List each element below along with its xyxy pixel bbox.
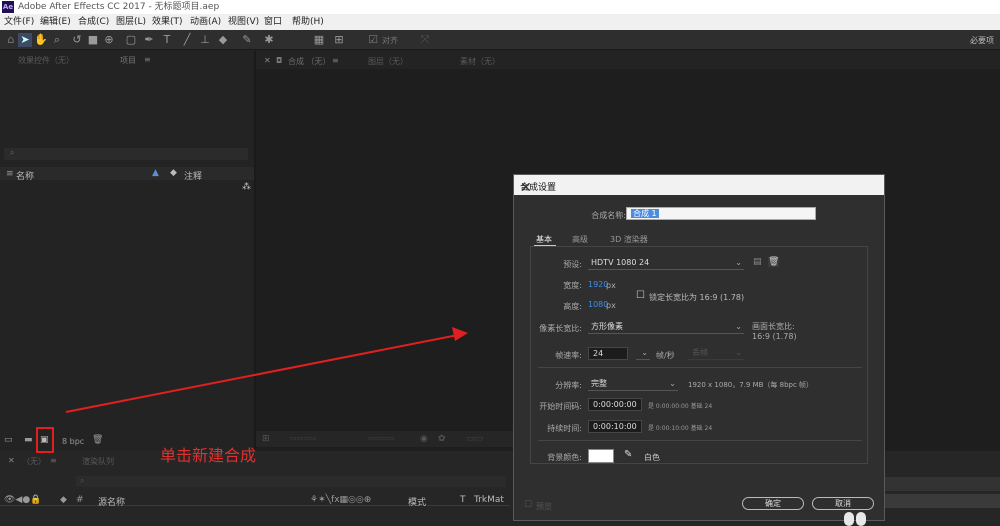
fps-input[interactable]: 24 (588, 347, 628, 360)
resolution-select[interactable]: 完整 ⌄ (588, 378, 678, 391)
preset-label: 预设: (563, 260, 582, 269)
frame-ar-label: 画面长宽比: (752, 322, 795, 331)
separator (538, 440, 862, 441)
resolution-label: 分辨率: (555, 381, 582, 390)
fps-label: 帧速率: (555, 351, 582, 360)
chevron-down-icon: ⌄ (669, 379, 676, 388)
width-label: 宽度: (563, 281, 582, 290)
delete-preset-icon[interactable]: 🗑 (768, 257, 780, 267)
separator (538, 367, 862, 368)
save-preset-icon[interactable]: ▤ (753, 257, 762, 267)
fps-dropdown[interactable]: ⌄ (636, 347, 650, 360)
drop-frame-select: 丢帧 ⌄ (688, 347, 744, 360)
resolution-value: 完整 (591, 379, 607, 388)
duration-value: 0:00:10:00 (593, 422, 637, 431)
bg-color-label: 背景颜色: (547, 453, 582, 462)
dialog-close-icon[interactable]: ✕ (520, 180, 878, 196)
comp-name-label: 合成名称: (591, 211, 626, 220)
tab-basic[interactable]: 基本 (536, 234, 552, 245)
resolution-info: 1920 x 1080，7.9 MB（每 8bpc 帧） (688, 381, 814, 389)
start-timecode-input[interactable]: 0:00:00:00 (588, 398, 642, 411)
chevron-down-icon: ⌄ (735, 258, 742, 267)
dialog-title-bar: 合成设置 ✕ (514, 175, 884, 196)
height-label: 高度: (563, 302, 582, 311)
ok-button[interactable]: 确定 (742, 497, 804, 510)
dialog-body: 合成名称: 合成 1 基本 高级 3D 渲染器 预设: HDTV 1080 24… (516, 195, 882, 520)
chevron-down-icon: ⌄ (641, 348, 648, 357)
chevron-down-icon: ⌄ (735, 322, 742, 331)
comp-name-input[interactable]: 合成 1 (626, 207, 816, 220)
start-timecode-info: 是 0:00:00:00 基础 24 (648, 403, 713, 410)
par-select[interactable]: 方形像素 ⌄ (588, 321, 744, 334)
bunny-ear-right-icon (856, 512, 866, 526)
annotation-text: 单击新建合成 (160, 446, 257, 465)
duration-label: 持续时间: (547, 424, 582, 433)
duration-info: 是 0:00:10:00 基础 24 (648, 425, 713, 432)
tab-3d-renderer[interactable]: 3D 渲染器 (610, 234, 648, 245)
cancel-button[interactable]: 取消 (812, 497, 874, 510)
fps-unit: 帧/秒 (656, 351, 675, 360)
bg-color-swatch[interactable] (588, 449, 614, 463)
par-value: 方形像素 (591, 322, 623, 331)
duration-input[interactable]: 0:00:10:00 (588, 420, 642, 433)
height-unit: px (606, 301, 616, 310)
chevron-down-icon: ⌄ (735, 348, 742, 357)
highlight-box (36, 427, 54, 453)
frame-ar-value: 16:9 (1.78) (752, 332, 797, 341)
width-unit: px (606, 281, 616, 290)
preset-select[interactable]: HDTV 1080 24 ⌄ (588, 257, 744, 270)
bunny-ear-left-icon (844, 512, 854, 526)
start-timecode-value: 0:00:00:00 (593, 400, 637, 409)
lock-aspect-checkbox[interactable]: ☐ (636, 290, 645, 301)
preset-value: HDTV 1080 24 (591, 258, 650, 267)
bg-color-name: 白色 (644, 453, 660, 462)
composition-settings-dialog: 合成设置 ✕ 合成名称: 合成 1 基本 高级 3D 渲染器 预设: HDTV … (513, 174, 885, 521)
preview-checkbox[interactable]: ☐ (524, 500, 532, 510)
preview-label: 预览 (536, 502, 552, 511)
bottom-decoration (844, 512, 868, 526)
comp-name-value: 合成 1 (631, 209, 659, 218)
fps-value: 24 (593, 349, 604, 358)
tab-advanced[interactable]: 高级 (572, 234, 588, 245)
start-timecode-label: 开始时间码: (539, 402, 582, 411)
drop-frame-value: 丢帧 (692, 348, 708, 357)
par-label: 像素长宽比: (539, 324, 582, 333)
lock-aspect-label: 锁定长宽比为 16:9 (1.78) (649, 293, 745, 302)
eyedropper-icon[interactable]: ✎ (624, 449, 632, 460)
